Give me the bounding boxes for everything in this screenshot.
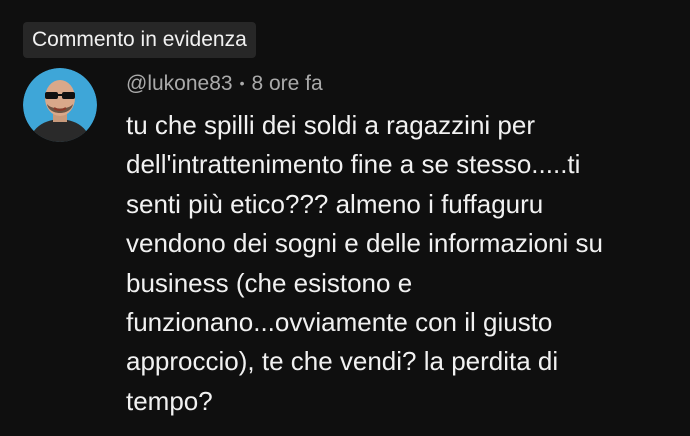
pinned-label: Commento in evidenza [32, 28, 247, 51]
avatar-image [23, 68, 97, 142]
comment-timestamp[interactable]: 8 ore fa [251, 72, 322, 96]
comment-author[interactable]: @lukone83 [126, 72, 233, 96]
pinned-comment-badge: Commento in evidenza [23, 22, 256, 58]
avatar[interactable] [23, 68, 97, 142]
comment-body: @lukone83 • 8 ore fa tu che spilli dei s… [126, 68, 670, 421]
meta-separator: • [239, 75, 245, 91]
comment-thread: @lukone83 • 8 ore fa tu che spilli dei s… [23, 68, 670, 421]
comment-meta: @lukone83 • 8 ore fa [126, 69, 670, 99]
comment-text: tu che spilli dei soldi a ragazzini per … [126, 110, 603, 416]
